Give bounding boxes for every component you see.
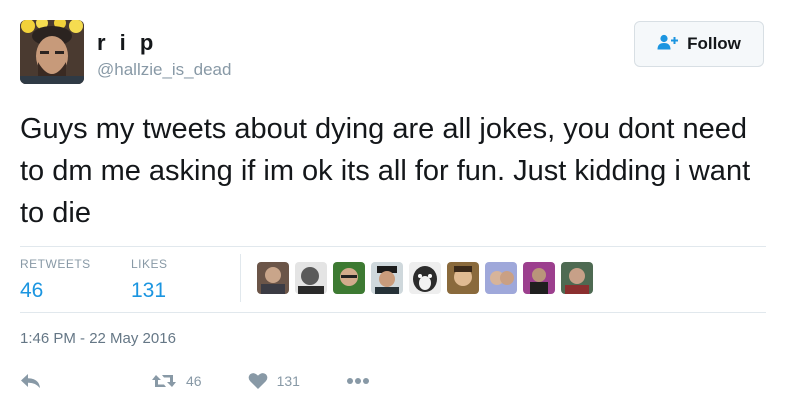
tweet-timestamp[interactable]: 1:46 PM - 22 May 2016	[20, 330, 176, 347]
tweet-actions: 46 131	[20, 372, 416, 390]
likes-label: LIKES	[131, 257, 168, 271]
liker-avatar[interactable]	[485, 262, 517, 294]
avatar[interactable]	[20, 20, 84, 84]
more-button[interactable]	[346, 377, 370, 385]
liker-avatar[interactable]	[371, 262, 403, 294]
retweet-icon	[151, 372, 177, 390]
likes-stat[interactable]: LIKES 131	[131, 257, 168, 305]
retweets-count: 46	[20, 279, 44, 302]
liker-avatar[interactable]	[333, 262, 365, 294]
display-name[interactable]: r i p	[97, 30, 157, 56]
like-button[interactable]: 131	[248, 372, 300, 390]
liker-avatar[interactable]	[257, 262, 289, 294]
user-handle[interactable]: @hallzie_is_dead	[97, 60, 231, 80]
like-count: 131	[276, 373, 300, 389]
divider	[20, 246, 766, 247]
follow-person-icon	[657, 34, 679, 55]
retweet-button[interactable]: 46	[151, 372, 202, 390]
reply-button[interactable]	[20, 372, 42, 390]
tweet-text: Guys my tweets about dying are all jokes…	[20, 113, 751, 229]
heart-icon	[248, 372, 268, 390]
retweets-label: RETWEETS	[20, 257, 91, 271]
avatar-image	[20, 20, 84, 84]
liker-avatar[interactable]	[409, 262, 441, 294]
liker-avatar[interactable]	[295, 262, 327, 294]
liker-avatar[interactable]	[447, 262, 479, 294]
stats-separator	[240, 254, 241, 302]
follow-button[interactable]: Follow	[634, 21, 764, 67]
divider	[20, 312, 766, 313]
reply-icon	[20, 372, 42, 390]
liker-avatars	[257, 262, 593, 294]
liker-avatar[interactable]	[523, 262, 555, 294]
retweets-stat[interactable]: RETWEETS 46	[20, 257, 91, 305]
follow-button-label: Follow	[687, 34, 741, 53]
liker-avatar[interactable]	[561, 262, 593, 294]
likes-count: 131	[131, 279, 167, 302]
more-icon	[346, 377, 370, 385]
retweet-count: 46	[186, 373, 202, 389]
